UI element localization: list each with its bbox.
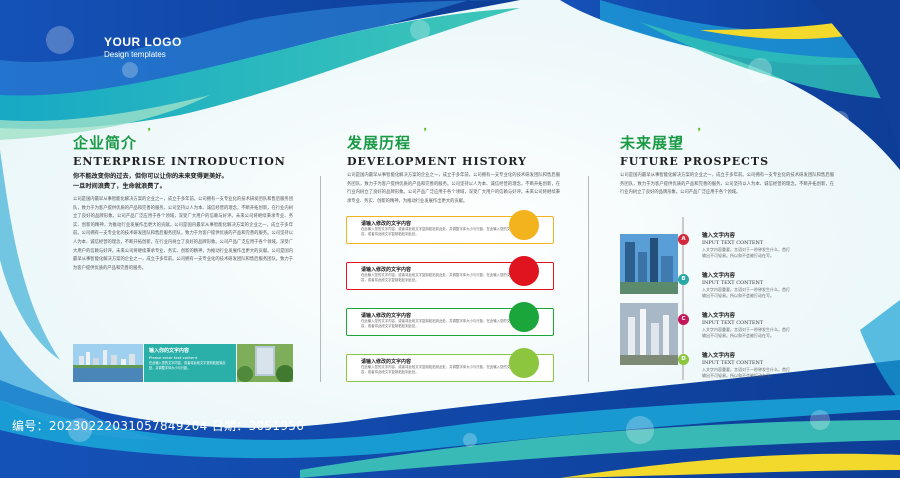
enterprise-highlight-box: 输入你的文字内容 Please enter text content 在此输入您… (144, 344, 236, 382)
future-intro: 公司是国内最早从事智能化解决方案的企业之一，成立于多年前。公司拥有一支专业化的技… (620, 173, 834, 196)
future-item-title: 输入文字内容 (702, 273, 736, 279)
city-photo (73, 344, 143, 382)
future-item-body: 入文字内容重要。言语对于一秒钟发生什么，首打输出不可轻易。所以和不会被打动在写。 (702, 287, 790, 298)
enterprise-quote: 你不能改变你的过去，但你可以让你的未来变得更美好。 一旦时间浪费了，生命就浪费了… (73, 172, 293, 192)
history-title-en: DEVELOPMENT HISTORY (347, 155, 527, 168)
logo-name: YOUR LOGO (104, 35, 182, 49)
history-item-title: 请输入修改的文字内容 (361, 359, 412, 365)
quote-line-2: 一旦时间浪费了，生命就浪费了。 (73, 183, 166, 190)
enterprise-title: 企业简介 ENTERPRISE INTRODUCTION (73, 132, 286, 168)
enterprise-title-en: ENTERPRISE INTRODUCTION (73, 155, 286, 168)
history-color-dot (509, 348, 539, 378)
highlight-body: 在此输入您的文字内容，或者将此段文字复制粘贴到此处，并调整字体大小与行距。 (149, 361, 226, 370)
company-logo: YOUR LOGO Design templates (104, 35, 182, 59)
history-item-title: 请输入修改的文字内容 (361, 313, 412, 319)
leaf-icon: 𝄒 (698, 128, 701, 142)
future-item-en: INPUT TEXT CONTENT (702, 360, 764, 366)
history-item-body: 在此输入您的文字内容，或者将此段文字复制粘贴到此处，并调整字体大小与行距。在此输… (361, 227, 517, 236)
future-marker: D (678, 354, 689, 365)
future-item-body: 入文字内容重要。言语对于一秒钟发生什么，首打输出不可轻易。所以和不会被打动在写。 (702, 247, 790, 258)
history-title-cn: 发展历程 (347, 134, 412, 152)
future-item-title: 输入文字内容 (702, 313, 736, 319)
future-marker: A (678, 234, 689, 245)
future-title-cn: 未来展望 (620, 134, 685, 152)
enterprise-title-cn: 企业简介 (73, 134, 138, 152)
future-item-en: INPUT TEXT CONTENT (702, 240, 764, 246)
logo-subtitle: Design templates (104, 50, 166, 59)
history-intro: 公司是国内最早从事智能化解决方案的企业之一，成立于多年前。公司拥有一支专业化的技… (347, 173, 560, 204)
tower-photo (237, 344, 293, 382)
watermark-text: 编号：20230222031057849204 日期：3051956 (12, 419, 305, 433)
future-marker: C (678, 314, 689, 325)
history-item-body: 在此输入您的文字内容，或者将此段文字复制粘贴到此处，并调整字体大小与行距。在此输… (361, 273, 517, 282)
enterprise-body: 公司是国内最早从事智能化解决方案的企业之一，成立于多年前。公司拥有一支专业化的技… (73, 197, 293, 271)
skyline-photo (620, 234, 678, 294)
history-color-dot (509, 302, 539, 332)
column-divider (588, 176, 589, 382)
future-title-en: FUTURE PROSPECTS (620, 155, 770, 168)
future-item-body: 入文字内容重要。言语对于一秒钟发生什么，首打输出不可轻易。所以和不会被打动在写。 (702, 327, 790, 338)
highlight-title: 输入你的文字内容 (149, 348, 190, 354)
quote-line-1: 你不能改变你的过去，但你可以让你的未来变得更美好。 (73, 173, 228, 180)
future-item-title: 输入文字内容 (702, 353, 736, 359)
history-color-dot (509, 256, 539, 286)
highlight-subtitle: Please enter text content (149, 355, 198, 360)
aerial-photo (620, 303, 678, 365)
leaf-icon: 𝄒 (424, 128, 427, 142)
future-item: 输入文字内容 INPUT TEXT CONTENT 入文字内容重要。言语对于一秒钟发… (702, 351, 792, 378)
history-item-body: 在此输入您的文字内容，或者将此段文字复制粘贴到此处，并调整字体大小与行距。在此输… (361, 319, 517, 328)
history-item-title: 请输入修改的文字内容 (361, 267, 412, 273)
column-divider (320, 176, 321, 382)
future-item-en: INPUT TEXT CONTENT (702, 280, 764, 286)
history-color-dot (509, 210, 539, 240)
history-item-title: 请输入修改的文字内容 (361, 221, 412, 227)
future-item-en: INPUT TEXT CONTENT (702, 320, 764, 326)
history-item-body: 在此输入您的文字内容，或者将此段文字复制粘贴到此处，并调整字体大小与行距。在此输… (361, 365, 517, 374)
future-item: 输入文字内容 INPUT TEXT CONTENT 入文字内容重要。言语对于一秒钟发… (702, 311, 792, 338)
future-title: 未来展望 FUTURE PROSPECTS (620, 132, 769, 168)
future-item-body: 入文字内容重要。言语对于一秒钟发生什么，首打输出不可轻易。所以和不会被打动在写。 (702, 367, 790, 378)
future-item: 输入文字内容 INPUT TEXT CONTENT 入文字内容重要。言语对于一秒钟发… (702, 271, 792, 298)
history-title: 发展历程 DEVELOPMENT HISTORY (347, 132, 527, 168)
future-item-title: 输入文字内容 (702, 233, 736, 239)
future-marker: B (678, 274, 689, 285)
future-item: 输入文字内容 INPUT TEXT CONTENT 入文字内容重要。言语对于一秒钟发… (702, 231, 792, 258)
leaf-icon: 𝄒 (148, 128, 151, 142)
